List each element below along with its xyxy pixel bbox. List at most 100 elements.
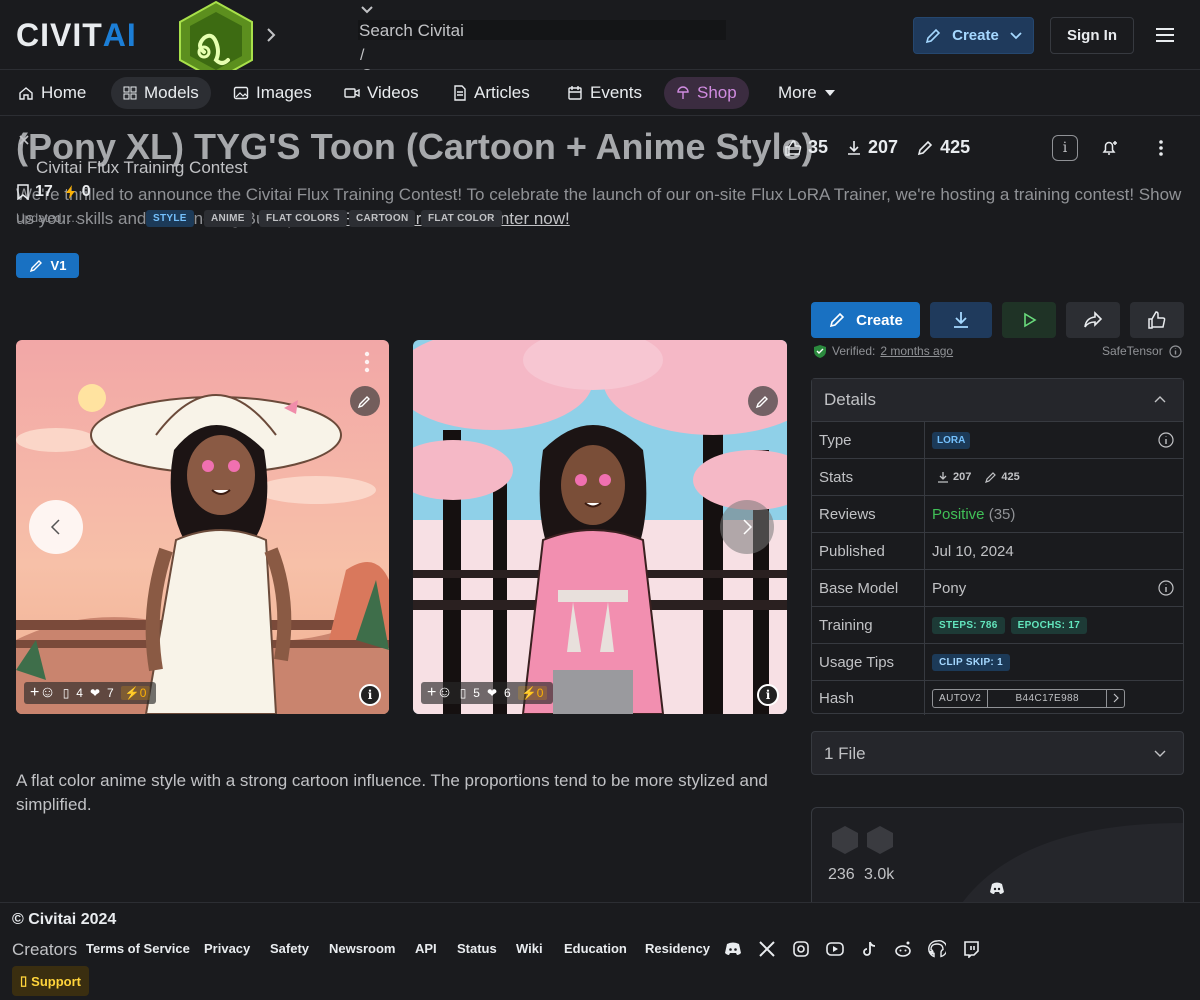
model-description: A flat color anime style with a strong c…	[16, 771, 768, 814]
verified-time[interactable]: 2 months ago	[880, 344, 953, 358]
hash-next-icon[interactable]	[1106, 689, 1124, 707]
tag-flat-colors[interactable]: FLAT COLORS	[259, 210, 347, 227]
run-button[interactable]	[1002, 302, 1056, 338]
instagram-icon[interactable]	[792, 940, 810, 958]
image-1-kebab-icon[interactable]	[361, 350, 373, 374]
footer-link-education[interactable]: Education	[564, 941, 627, 956]
nav-events-label: Events	[590, 83, 642, 102]
nav-models[interactable]: Models	[111, 77, 211, 109]
image-1-remix-icon[interactable]	[350, 386, 380, 416]
details-row-usage-tips: Usage Tips CLIP SKIP: 1	[812, 643, 1183, 680]
create-button-label: Create	[856, 311, 903, 329]
hash-text[interactable]: B44C17E988	[988, 693, 1106, 704]
image-2-reactions[interactable]: +☺ ▯ 5 ❤ 6 ⚡0	[421, 682, 554, 704]
bookmark-icon	[17, 184, 29, 200]
model-stats: 35 207 425	[784, 137, 970, 158]
x-twitter-icon[interactable]	[758, 940, 776, 958]
chevron-down-icon[interactable]	[360, 2, 374, 16]
nav-more[interactable]: More	[770, 77, 844, 109]
like-button[interactable]	[1130, 302, 1184, 338]
reviews-value[interactable]: Positive (35)	[924, 496, 1183, 532]
reviews-count: (35)	[988, 505, 1016, 523]
civitai-logo[interactable]: CIVIT AI	[16, 16, 158, 53]
files-accordion[interactable]: 1 File	[811, 731, 1184, 775]
bookmark-stat[interactable]: 17	[16, 183, 53, 201]
footer-link-terms[interactable]: Terms of Service	[86, 941, 190, 956]
info-icon[interactable]: i	[1052, 135, 1078, 161]
menu-icon[interactable]	[1155, 26, 1175, 44]
image-2-remix-icon[interactable]	[748, 386, 778, 416]
footer-link-safety[interactable]: Safety	[270, 941, 309, 956]
hash-box[interactable]: AUTOV2 B44C17E988	[932, 688, 1126, 708]
heart-icon: ❤	[486, 686, 498, 700]
nav-articles[interactable]: Articles	[445, 77, 538, 109]
footer-link-newsroom[interactable]: Newsroom	[329, 941, 395, 956]
support-button[interactable]: ▯ Support	[12, 966, 89, 996]
nav-images[interactable]: Images	[225, 77, 320, 109]
tag-cartoon[interactable]: CARTOON	[349, 210, 416, 227]
image-1-buzz[interactable]: ⚡0	[120, 686, 151, 700]
nav-events[interactable]: Events	[559, 77, 650, 109]
announcement-text: We're thrilled to announce the Civitai F…	[16, 183, 1186, 207]
image-2-buzz[interactable]: ⚡0	[517, 686, 548, 700]
brush-icon	[926, 28, 941, 43]
brush-icon	[29, 259, 42, 272]
twitch-icon[interactable]	[962, 940, 980, 958]
discord-icon	[990, 882, 1004, 894]
header-create-button[interactable]: Create	[913, 17, 1034, 54]
footer-link-wiki[interactable]: Wiki	[516, 941, 543, 956]
version-v1-button[interactable]: V1	[16, 253, 79, 278]
likes-stat: 35	[784, 137, 828, 158]
carousel-prev-button[interactable]	[29, 500, 83, 554]
reddit-icon[interactable]	[894, 940, 912, 958]
image-2-info-icon[interactable]: i	[757, 684, 779, 706]
bell-plus-icon[interactable]	[1100, 138, 1120, 158]
buzz-stat[interactable]: 0	[65, 183, 91, 201]
footer-link-api[interactable]: API	[415, 941, 437, 956]
hash-type[interactable]: AUTOV2	[933, 689, 989, 707]
verified-label: Verified:	[832, 344, 876, 358]
thumbs-up-icon	[785, 139, 802, 156]
tiktok-icon[interactable]	[860, 940, 878, 958]
image-1-comments: 4	[76, 686, 83, 700]
shop-icon	[677, 86, 689, 99]
download-button[interactable]	[930, 302, 992, 338]
details-heading: Details	[824, 390, 876, 409]
nav-videos-label: Videos	[367, 83, 419, 102]
create-button[interactable]: Create	[811, 302, 920, 338]
image-1-info-icon[interactable]: i	[359, 684, 381, 706]
youtube-icon[interactable]	[826, 940, 844, 958]
sign-in-button[interactable]: Sign In	[1050, 17, 1134, 54]
type-value: LORA	[924, 422, 1183, 458]
base-model-value: Pony	[924, 570, 1183, 606]
add-reaction-icon[interactable]: +☺	[30, 685, 56, 701]
nav-articles-label: Articles	[474, 83, 530, 102]
discord-icon[interactable]	[724, 940, 742, 958]
generations-count: 425	[940, 137, 971, 157]
nav-videos[interactable]: Videos	[336, 77, 427, 109]
footer-creators-link[interactable]: Creators	[12, 940, 77, 960]
kebab-menu-icon[interactable]	[1155, 138, 1167, 158]
footer-link-privacy[interactable]: Privacy	[204, 941, 250, 956]
footer-link-status[interactable]: Status	[457, 941, 497, 956]
badge-hexagon-icon	[867, 826, 893, 854]
logo-text-ai: AI	[102, 16, 137, 53]
add-reaction-icon[interactable]: +☺	[427, 685, 453, 701]
details-row-reviews: Reviews Positive (35)	[812, 495, 1183, 532]
footer-link-residency[interactable]: Residency	[645, 941, 710, 956]
download-icon	[938, 472, 948, 483]
support-icon: ▯	[20, 973, 28, 988]
stats-value: 207 425	[924, 459, 1183, 495]
tag-style[interactable]: STYLE	[146, 210, 194, 227]
tag-anime[interactable]: ANIME	[204, 210, 252, 227]
image-1-reactions[interactable]: +☺ ▯ 4 ❤ 7 ⚡0	[24, 682, 157, 704]
details-header[interactable]: Details	[812, 379, 1183, 421]
type-badge[interactable]: LORA	[932, 431, 971, 449]
carousel-next-button[interactable]	[720, 500, 774, 554]
share-button[interactable]	[1066, 302, 1120, 338]
chevron-right-icon[interactable]	[264, 26, 278, 44]
tag-flat-color[interactable]: FLAT COLOR	[421, 210, 502, 227]
github-icon[interactable]	[928, 940, 946, 958]
nav-shop[interactable]: Shop	[664, 77, 749, 109]
nav-home[interactable]: Home	[10, 77, 94, 109]
